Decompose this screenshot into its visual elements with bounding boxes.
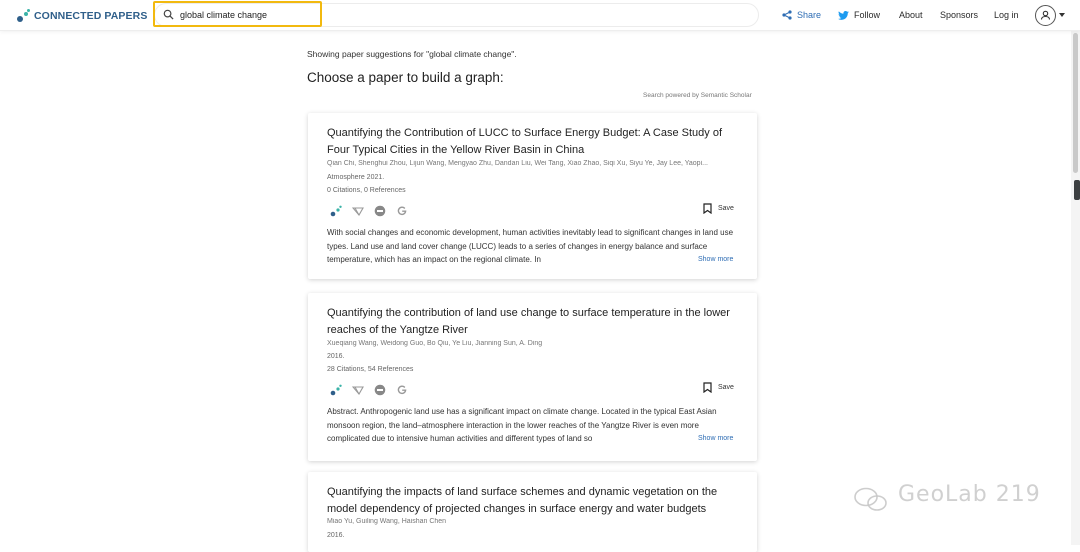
paper-abstract: Abstract. Anthropogenic land use has a s…	[327, 405, 739, 446]
logo-icon	[17, 9, 31, 23]
doi-icon[interactable]	[374, 384, 386, 396]
search-input[interactable]	[180, 6, 320, 24]
paper-title[interactable]: Quantifying the impacts of land surface …	[327, 484, 742, 518]
suggestions-intro: Showing paper suggestions for "global cl…	[307, 49, 517, 59]
paper-title[interactable]: Quantifying the contribution of land use…	[327, 305, 742, 339]
login-link[interactable]: Log in	[994, 10, 1019, 20]
share-icon	[782, 10, 792, 20]
sponsors-link[interactable]: Sponsors	[940, 10, 978, 20]
search-icon	[163, 9, 174, 20]
paper-venue: 2016.	[327, 353, 345, 360]
paper-citations: 28 Citations, 54 References	[327, 366, 414, 373]
bookmark-icon	[703, 382, 712, 393]
paper-abstract: With social changes and economic develop…	[327, 226, 739, 267]
scrollbar-thumb[interactable]	[1073, 33, 1078, 173]
side-tab[interactable]	[1074, 180, 1080, 200]
google-scholar-icon[interactable]	[396, 384, 408, 396]
follow-label: Follow	[854, 10, 881, 20]
show-more-link[interactable]: Show more	[698, 256, 733, 263]
paper-authors: Miao Yu, Guiling Wang, Haishan Chen	[327, 518, 447, 525]
paper-card[interactable]: Quantifying the contribution of land use…	[308, 293, 757, 461]
paper-venue: 2016.	[327, 532, 345, 539]
paper-title[interactable]: Quantifying the Contribution of LUCC to …	[327, 125, 742, 159]
main-content	[0, 31, 1080, 545]
about-link[interactable]: About	[899, 10, 923, 20]
powered-by-text: Search powered by Semantic Scholar	[643, 92, 752, 99]
graph-icon[interactable]	[330, 205, 342, 217]
page-title: Choose a paper to build a graph:	[307, 70, 504, 85]
share-label: Share	[797, 10, 822, 20]
save-button[interactable]: Save	[703, 203, 734, 214]
paper-authors: Xueqiang Wang, Weidong Guo, Bo Qiu, Ye L…	[327, 340, 543, 347]
paper-authors: Qian Chi, Shenghui Zhou, Lijun Wang, Men…	[327, 160, 708, 167]
graph-icon[interactable]	[330, 384, 342, 396]
paper-citations: 0 Citations, 0 References	[327, 187, 406, 194]
abstract-text: Abstract. Anthropogenic land use has a s…	[327, 407, 717, 443]
logo-text: CONNECTED PAPERS	[34, 10, 148, 22]
paper-card[interactable]: Quantifying the Contribution of LUCC to …	[308, 113, 757, 279]
follow-button[interactable]: Follow	[838, 10, 880, 20]
paper-links	[330, 205, 418, 217]
semantic-scholar-icon[interactable]	[352, 205, 364, 217]
top-navigation-bar: CONNECTED PAPERS Share Follow About Spon…	[0, 0, 1080, 31]
bookmark-icon	[703, 203, 712, 214]
paper-venue: Atmosphere 2021.	[327, 174, 385, 181]
watermark-text: GeoLab 219	[898, 482, 1041, 507]
show-more-link[interactable]: Show more	[698, 435, 733, 442]
about-label: About	[899, 10, 923, 20]
save-label: Save	[718, 205, 734, 212]
paper-links	[330, 384, 418, 396]
semantic-scholar-icon[interactable]	[352, 384, 364, 396]
doi-icon[interactable]	[374, 205, 386, 217]
account-menu-button[interactable]	[1035, 5, 1056, 26]
wechat-watermark-icon	[854, 487, 887, 511]
user-icon	[1040, 10, 1051, 20]
paper-card[interactable]: Quantifying the impacts of land surface …	[308, 472, 757, 552]
sponsors-label: Sponsors	[940, 10, 979, 20]
save-button[interactable]: Save	[703, 382, 734, 393]
google-scholar-icon[interactable]	[396, 205, 408, 217]
chevron-down-icon[interactable]	[1059, 13, 1065, 17]
twitter-icon	[838, 10, 849, 20]
share-button[interactable]: Share	[782, 10, 821, 20]
connected-papers-logo[interactable]: CONNECTED PAPERS	[17, 9, 147, 23]
save-label: Save	[718, 384, 734, 391]
login-label: Log in	[994, 10, 1019, 20]
